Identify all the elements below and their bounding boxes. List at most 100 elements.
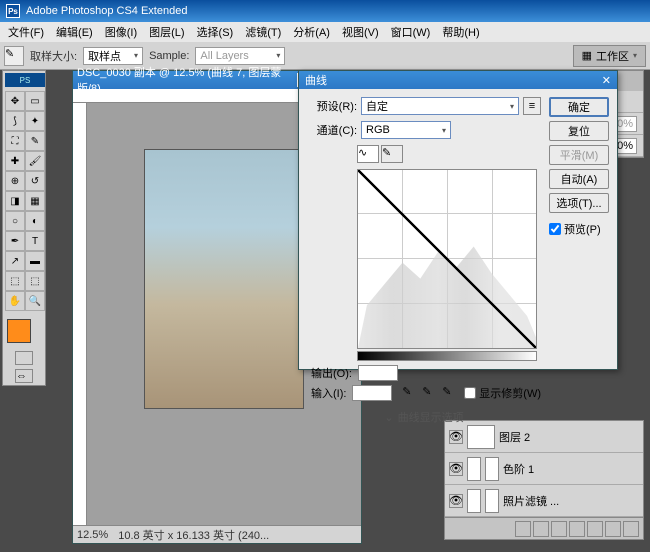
menu-image[interactable]: 图像(I) xyxy=(99,24,143,40)
curves-titlebar[interactable]: 曲线 ✕ xyxy=(299,71,617,89)
output-field[interactable] xyxy=(358,365,398,381)
hand-tool[interactable]: ✋ xyxy=(5,291,25,311)
show-clip-checkbox[interactable] xyxy=(464,387,476,399)
curve-display-options[interactable]: ⌄ 曲线显示选项 xyxy=(307,409,541,425)
menu-analysis[interactable]: 分析(A) xyxy=(287,24,336,40)
sample-label: Sample: xyxy=(149,50,189,62)
heal-tool[interactable]: ✚ xyxy=(5,151,25,171)
channel-select[interactable]: RGB▾ xyxy=(361,121,451,139)
move-tool[interactable]: ✥ xyxy=(5,91,25,111)
workspace-switcher[interactable]: ▦ 工作区 ▾ xyxy=(573,45,646,67)
menu-file[interactable]: 文件(F) xyxy=(2,24,50,40)
sample-size-label: 取样大小: xyxy=(30,48,77,64)
new-layer-icon[interactable] xyxy=(605,521,621,537)
brush-tool[interactable]: 🖌 xyxy=(25,151,45,171)
input-field[interactable] xyxy=(352,385,392,401)
pen-tool[interactable]: ✒ xyxy=(5,231,25,251)
preset-label: 预设(R): xyxy=(307,98,357,114)
document-statusbar: 12.5% 10.8 英寸 x 16.133 英寸 (240... xyxy=(73,525,361,543)
layer-style-icon[interactable] xyxy=(533,521,549,537)
wand-tool[interactable]: ✦ xyxy=(25,111,45,131)
image-content xyxy=(144,149,304,409)
chevron-down-icon: ▾ xyxy=(442,126,446,135)
ps-logo-icon: Ps xyxy=(6,4,20,18)
3d-tool[interactable]: ⬚ xyxy=(5,271,25,291)
auto-button[interactable]: 自动(A) xyxy=(549,169,609,189)
layer-item[interactable]: 👁 色阶 1 xyxy=(445,453,643,485)
toolbox: PS ✥▭ ⟆✦ ⛶✎ ✚🖌 ⊕↺ ◨▦ ○◐ ✒T ↗▬ ⬚⬚ ✋🔍 ⇔ xyxy=(2,70,46,386)
menu-select[interactable]: 选择(S) xyxy=(191,24,240,40)
type-tool[interactable]: T xyxy=(25,231,45,251)
quickmask-icon[interactable] xyxy=(15,351,33,365)
crop-tool[interactable]: ⛶ xyxy=(5,131,25,151)
chevron-down-icon: ▾ xyxy=(633,51,637,60)
menu-filter[interactable]: 滤镜(T) xyxy=(239,24,287,40)
expand-icon: ⌄ xyxy=(384,411,393,424)
close-icon[interactable]: ✕ xyxy=(602,74,611,87)
layer-name[interactable]: 色阶 1 xyxy=(503,461,534,477)
history-brush-tool[interactable]: ↺ xyxy=(25,171,45,191)
pencil-mode-icon[interactable]: ✎ xyxy=(381,145,403,163)
histogram xyxy=(358,241,536,348)
eyedropper-tool[interactable]: ✎ xyxy=(25,131,45,151)
layer-mask-icon[interactable] xyxy=(551,521,567,537)
menu-bar: 文件(F) 编辑(E) 图像(I) 图层(L) 选择(S) 滤镜(T) 分析(A… xyxy=(0,22,650,42)
foreground-swatch[interactable] xyxy=(7,319,31,343)
white-point-eyedropper-icon[interactable]: ✎ xyxy=(442,385,458,401)
layer-mask-thumb[interactable] xyxy=(485,457,499,481)
curves-title-text: 曲线 xyxy=(305,72,327,88)
layer-thumb[interactable] xyxy=(467,457,481,481)
gray-point-eyedropper-icon[interactable]: ✎ xyxy=(422,385,438,401)
3d-camera-tool[interactable]: ⬚ xyxy=(25,271,45,291)
screenmode-icon[interactable]: ⇔ xyxy=(15,369,33,383)
link-layers-icon[interactable] xyxy=(515,521,531,537)
tool-preset-icon[interactable]: ✎ xyxy=(4,46,24,66)
menu-view[interactable]: 视图(V) xyxy=(336,24,385,40)
shape-tool[interactable]: ▬ xyxy=(25,251,45,271)
preview-label: 预览(P) xyxy=(564,221,601,237)
layer-thumb[interactable] xyxy=(467,489,481,513)
curves-dialog: 曲线 ✕ 预设(R): 自定▾ ≡ 通道(C): RGB▾ ∿ ✎ 输出(O): xyxy=(298,70,618,370)
menu-window[interactable]: 窗口(W) xyxy=(385,24,437,40)
menu-help[interactable]: 帮助(H) xyxy=(436,24,485,40)
gradient-tool[interactable]: ▦ xyxy=(25,191,45,211)
preset-menu-icon[interactable]: ≡ xyxy=(523,97,541,115)
chevron-down-icon: ▾ xyxy=(276,51,280,60)
lasso-tool[interactable]: ⟆ xyxy=(5,111,25,131)
ps-badge-icon: PS xyxy=(5,73,45,87)
eraser-tool[interactable]: ◨ xyxy=(5,191,25,211)
stamp-tool[interactable]: ⊕ xyxy=(5,171,25,191)
menu-layer[interactable]: 图层(L) xyxy=(143,24,190,40)
layer-mask-thumb[interactable] xyxy=(485,489,499,513)
layers-list: 👁 图层 2 👁 色阶 1 👁 照片滤镜 ... xyxy=(444,420,644,540)
visibility-icon[interactable]: 👁 xyxy=(449,462,463,476)
marquee-tool[interactable]: ▭ xyxy=(25,91,45,111)
layer-name[interactable]: 照片滤镜 ... xyxy=(503,493,559,509)
preview-checkbox[interactable] xyxy=(549,223,561,235)
path-tool[interactable]: ↗ xyxy=(5,251,25,271)
input-gradient[interactable] xyxy=(357,351,537,361)
app-title: Adobe Photoshop CS4 Extended xyxy=(26,5,187,17)
options-button[interactable]: 选项(T)... xyxy=(549,193,609,213)
group-icon[interactable] xyxy=(587,521,603,537)
menu-edit[interactable]: 编辑(E) xyxy=(50,24,99,40)
layer-item[interactable]: 👁 照片滤镜 ... xyxy=(445,485,643,517)
black-point-eyedropper-icon[interactable]: ✎ xyxy=(402,385,418,401)
delete-layer-icon[interactable] xyxy=(623,521,639,537)
curve-mode-icon[interactable]: ∿ xyxy=(357,145,379,163)
zoom-level[interactable]: 12.5% xyxy=(77,529,108,541)
sample-select[interactable]: All Layers▾ xyxy=(195,47,285,65)
curve-graph[interactable] xyxy=(357,169,537,349)
ruler-vertical[interactable] xyxy=(73,103,87,525)
cancel-button[interactable]: 复位 xyxy=(549,121,609,141)
dodge-tool[interactable]: ◐ xyxy=(25,211,45,231)
sample-size-select[interactable]: 取样点▾ xyxy=(83,47,143,65)
ok-button[interactable]: 确定 xyxy=(549,97,609,117)
zoom-tool[interactable]: 🔍 xyxy=(25,291,45,311)
blur-tool[interactable]: ○ xyxy=(5,211,25,231)
preset-select[interactable]: 自定▾ xyxy=(361,97,519,115)
adjustment-layer-icon[interactable] xyxy=(569,521,585,537)
visibility-icon[interactable]: 👁 xyxy=(449,494,463,508)
smooth-button: 平滑(M) xyxy=(549,145,609,165)
doc-dimensions: 10.8 英寸 x 16.133 英寸 (240... xyxy=(118,527,269,543)
